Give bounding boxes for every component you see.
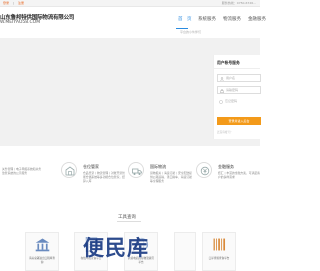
- main-nav: 首 页 系统服务 物流服务 金融服务: [172, 16, 266, 28]
- username-placeholder: 用户名: [226, 76, 236, 80]
- forgot-password-link[interactable]: 忘记密码: [225, 99, 237, 104]
- nav-subtitle: 平台的小伙伴们: [180, 30, 202, 34]
- finance-icon: [196, 162, 212, 178]
- password-field[interactable]: 请输密码: [217, 86, 261, 94]
- tool-card-port[interactable]: 口岸查验查询平台: [202, 232, 236, 271]
- login-panel: 用户帐号服务 用户名 请输密码 忘记密码 登录并进入后台 还没有帐号？: [213, 55, 261, 139]
- username-field[interactable]: 用户名: [217, 74, 261, 82]
- login-divider: [214, 68, 260, 69]
- feature-logistics-title: 国际物流: [150, 164, 166, 169]
- barcode-icon: [213, 238, 226, 251]
- tool-card-port-label: 口岸查验查询平台: [208, 257, 230, 260]
- feature-customs[interactable]: 关务管理丨电子申报系统和关务监管系统的公示服务: [2, 160, 46, 196]
- password-placeholder: 请输密码: [226, 88, 239, 92]
- tool-card-blank[interactable]: [174, 232, 196, 271]
- nav-item-home[interactable]: 首 页: [178, 16, 192, 22]
- feature-logistics[interactable]: 国际物流 货物报关丨海运订舱丨安全配送提供公路运输、港口拖车、海运订舱等全程服务: [128, 160, 192, 196]
- register-link[interactable]: 注册: [18, 1, 24, 5]
- login-button[interactable]: 登录并进入后台: [217, 117, 261, 125]
- checkbox-icon[interactable]: [219, 99, 223, 104]
- feature-warehouse-title: 仓位管家: [83, 164, 99, 169]
- user-icon: [220, 76, 224, 81]
- feature-finance[interactable]: 金融服务 结汇丨丰富的金融方案，可满足客户的多样需求: [196, 160, 260, 196]
- login-link[interactable]: 登录: [3, 1, 9, 5]
- site-watermark: 便民库: [83, 236, 149, 260]
- truck-icon: [128, 162, 144, 178]
- feature-warehouse[interactable]: 仓位管家 仓品登录丨物流管理丨对账开票智能仓储系统等多功能仓位管家，结算入库: [61, 160, 125, 196]
- feature-warehouse-desc: 仓品登录丨物流管理丨对账开票智能仓储系统等多功能仓位管家，结算入库: [83, 171, 125, 183]
- feature-customs-desc: 关务管理丨电子申报系统和关务监管系统的公示服务: [2, 167, 42, 175]
- nav-active-indicator: [176, 28, 188, 29]
- tools-title-divider: [117, 221, 141, 222]
- tool-card-customs-label: 海关总署进出口税率查询: [29, 257, 55, 264]
- nav-item-finance-services[interactable]: 金融服务: [248, 16, 266, 22]
- nav-item-logistics-services[interactable]: 物流服务: [223, 16, 241, 22]
- login-heading: 用户帐号服务: [217, 60, 240, 65]
- link-separator: |: [12, 1, 14, 5]
- tool-card-customs[interactable]: 海关总署进出口税率查询: [25, 232, 59, 271]
- service-phone: 服务热线：0750-6726...: [221, 1, 256, 5]
- feature-logistics-desc: 货物报关丨海运订舱丨安全配送提供公路运输、港口拖车、海运订舱等全程服务: [150, 171, 192, 183]
- feature-finance-title: 金融服务: [218, 164, 234, 169]
- feature-finance-desc: 结汇丨丰富的金融方案，可满足客户的多样需求: [218, 171, 260, 179]
- customs-building-icon: [35, 238, 50, 252]
- lock-icon: [220, 88, 224, 93]
- tools-section-title: 工具查询: [118, 215, 136, 220]
- warehouse-icon: [61, 162, 77, 178]
- nav-item-system-services[interactable]: 系统服务: [198, 16, 216, 22]
- top-bar: 登录 | 注册 服务热线：0750-6726...: [0, 0, 260, 7]
- company-url: W.MEIYAO58.COM: [0, 20, 41, 25]
- top-links: 登录 | 注册: [3, 1, 27, 5]
- register-hint[interactable]: 还没有帐号？: [217, 130, 233, 134]
